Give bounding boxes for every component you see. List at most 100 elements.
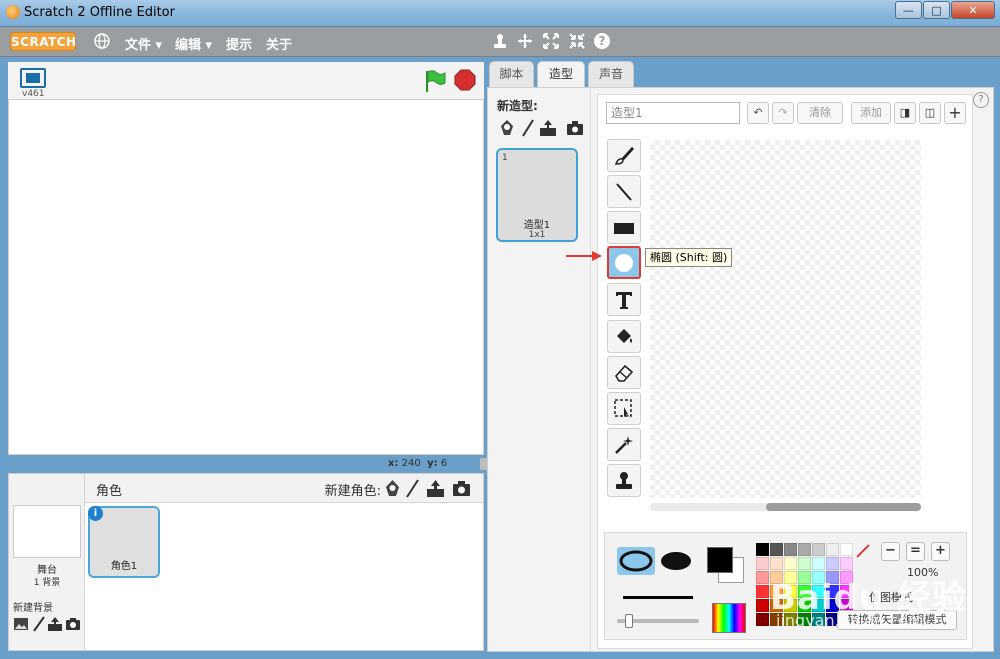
new-sprite-label: 新建角色: — [324, 484, 381, 499]
eraser-icon — [615, 364, 634, 382]
filled-ellipse-option[interactable] — [657, 547, 695, 575]
window-title-bar: Scratch 2 Offline Editor — □ ✕ — [0, 0, 1000, 27]
grow-icon[interactable] — [542, 32, 560, 50]
palette-swatch[interactable] — [812, 543, 825, 556]
camera-backdrop-icon[interactable] — [65, 616, 81, 632]
eraser-tool[interactable] — [607, 356, 641, 389]
line-tool[interactable] — [607, 175, 641, 208]
sprites-panel: 舞台 1 背景 新建背景 角色 新建角色: i 角色1 — [8, 473, 484, 651]
red-arrow-annotation — [566, 251, 602, 261]
upload-costume-icon[interactable] — [539, 119, 557, 137]
palette-swatch[interactable] — [756, 543, 769, 556]
palette-swatch[interactable] — [840, 543, 853, 556]
flip-vertical-button[interactable]: ◫ — [919, 102, 941, 124]
magic-wand-icon — [615, 435, 633, 454]
tab-scripts[interactable]: 脚本 — [489, 61, 534, 87]
line-width-slider-knob[interactable] — [625, 614, 633, 628]
palette-swatch[interactable] — [798, 557, 811, 570]
line-width-slider[interactable] — [617, 614, 699, 628]
costume-name-input[interactable]: 造型1 — [606, 102, 740, 124]
camera-sprite-icon[interactable] — [452, 479, 471, 498]
scratch-logo[interactable]: SCRATCH — [10, 32, 76, 51]
clear-button[interactable]: 清除 — [797, 102, 843, 124]
text-icon — [616, 291, 632, 309]
undo-button[interactable]: ↶ — [747, 102, 769, 124]
primary-color-swatch[interactable] — [707, 547, 733, 573]
costume-thumbnail[interactable]: 1 造型1 1x1 — [496, 148, 578, 242]
stop-sign-icon[interactable] — [454, 69, 476, 91]
rectangle-icon — [614, 222, 634, 234]
ellipse-tool[interactable] — [607, 246, 641, 279]
palette-swatch[interactable] — [784, 543, 797, 556]
menu-edit[interactable]: 编辑 ▾ — [175, 34, 212, 53]
menu-file[interactable]: 文件 ▾ — [125, 34, 162, 53]
line-icon — [616, 182, 632, 201]
language-globe-icon[interactable] — [94, 33, 110, 49]
drawing-canvas[interactable] — [650, 140, 921, 498]
rectangle-tool[interactable] — [607, 211, 641, 244]
brush-tool[interactable] — [607, 139, 641, 172]
close-button[interactable]: ✕ — [951, 1, 995, 19]
palette-swatch[interactable] — [826, 557, 839, 570]
color-picker-spectrum[interactable] — [712, 603, 746, 633]
help-icon[interactable]: ? — [593, 32, 611, 50]
palette-swatch[interactable] — [756, 613, 769, 626]
zoom-out-button[interactable]: − — [881, 542, 900, 561]
canvas-horizontal-scrollbar[interactable] — [650, 503, 921, 511]
palette-swatch[interactable] — [812, 557, 825, 570]
green-flag-icon[interactable] — [423, 69, 447, 93]
editor-help-icon[interactable]: ? — [973, 92, 989, 108]
set-center-button[interactable]: + — [944, 102, 966, 124]
sprite-library-icon[interactable] — [383, 479, 402, 498]
tab-costumes[interactable]: 造型 — [537, 61, 585, 88]
redo-button[interactable]: ↷ — [772, 102, 794, 124]
zoom-in-button[interactable]: + — [931, 542, 950, 561]
paint-bucket-icon — [617, 328, 632, 343]
outline-ellipse-option[interactable] — [617, 547, 655, 575]
costume-name: 造型1 — [523, 220, 551, 231]
flip-horizontal-button[interactable]: ◨ — [894, 102, 916, 124]
palette-swatch[interactable] — [784, 557, 797, 570]
sprite-thumbnail[interactable]: i 角色1 — [88, 506, 160, 578]
palette-swatch[interactable] — [826, 543, 839, 556]
add-button[interactable]: 添加 — [851, 102, 891, 124]
palette-swatch[interactable] — [756, 585, 769, 598]
paint-sprite-icon[interactable] — [403, 479, 422, 498]
backdrop-library-icon[interactable] — [13, 616, 29, 632]
transparent-color-icon[interactable] — [856, 544, 870, 558]
text-tool[interactable] — [607, 283, 641, 316]
menu-tips[interactable]: 提示 — [226, 34, 252, 53]
zoom-reset-button[interactable]: = — [906, 542, 925, 561]
palette-swatch[interactable] — [798, 543, 811, 556]
minimize-button[interactable]: — — [895, 1, 922, 19]
duplicate-stamp-icon[interactable] — [491, 32, 509, 50]
fullscreen-icon[interactable] — [20, 68, 46, 88]
fill-tool[interactable] — [607, 320, 641, 353]
camera-costume-icon[interactable] — [566, 119, 584, 137]
sprite-info-icon[interactable]: i — [88, 506, 103, 521]
palette-swatch[interactable] — [840, 557, 853, 570]
upload-backdrop-icon[interactable] — [47, 616, 63, 632]
palette-swatch[interactable] — [756, 571, 769, 584]
palette-swatch[interactable] — [756, 557, 769, 570]
stage-thumbnail[interactable] — [13, 505, 81, 558]
palette-swatch[interactable] — [770, 543, 783, 556]
paint-costume-icon[interactable] — [519, 119, 537, 137]
stage-canvas[interactable] — [8, 99, 484, 455]
palette-swatch[interactable] — [770, 557, 783, 570]
remove-background-tool[interactable] — [607, 428, 641, 461]
menu-about[interactable]: 关于 — [266, 34, 292, 53]
palette-swatch[interactable] — [756, 599, 769, 612]
stamp-icon — [616, 471, 632, 489]
maximize-button[interactable]: □ — [923, 1, 950, 19]
select-tool[interactable] — [607, 392, 641, 425]
upload-sprite-icon[interactable] — [426, 479, 445, 498]
tab-sounds[interactable]: 声音 — [588, 61, 634, 87]
shrink-icon[interactable] — [568, 32, 586, 50]
cut-scissors-icon[interactable] — [516, 32, 534, 50]
stamp-tool[interactable] — [607, 464, 641, 497]
costume-library-icon[interactable] — [498, 119, 516, 137]
scrollbar-thumb[interactable] — [766, 503, 921, 511]
scratch-cat-icon — [6, 5, 20, 19]
paint-backdrop-icon[interactable] — [31, 616, 47, 632]
